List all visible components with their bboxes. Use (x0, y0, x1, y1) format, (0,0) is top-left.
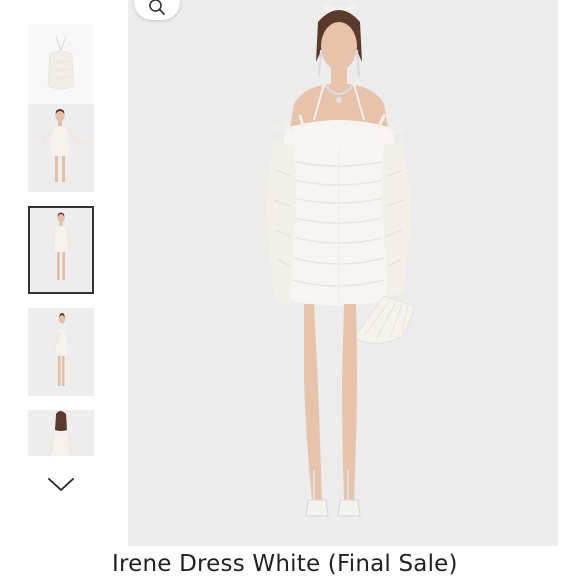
main-product-image[interactable] (128, 0, 558, 546)
thumbnail-1-image (28, 24, 94, 112)
chevron-down-icon (48, 478, 74, 491)
product-title: Irene Dress White (Final Sale) (112, 551, 458, 577)
magnifier-icon (149, 0, 165, 15)
thumbnail-rail (0, 0, 118, 580)
thumbnail-4[interactable] (28, 308, 94, 396)
thumbnail-3-image (30, 208, 92, 292)
thumbnail-5-image (28, 410, 94, 456)
thumbnail-3-selected[interactable] (28, 206, 94, 294)
thumbnail-5[interactable] (28, 410, 94, 456)
thumbnail-2[interactable] (28, 104, 94, 192)
product-photo-icon (128, 0, 558, 546)
thumbnail-1[interactable] (28, 24, 94, 112)
thumbnail-scroll-down-button[interactable] (47, 475, 75, 495)
thumbnail-4-image (28, 308, 94, 396)
thumbnail-2-image (28, 104, 94, 192)
